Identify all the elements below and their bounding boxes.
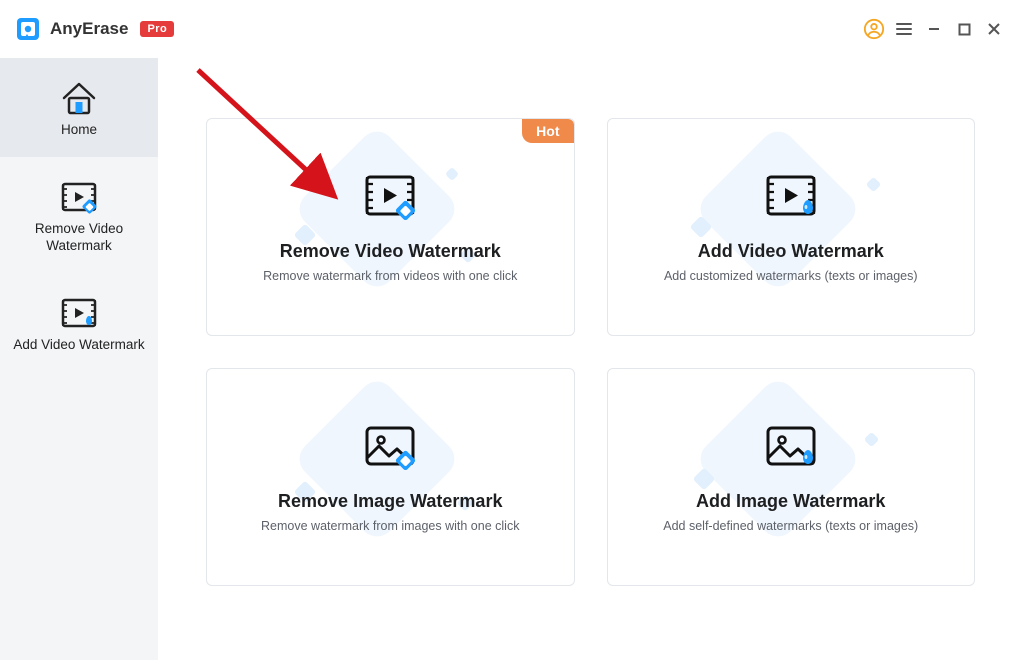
remove-video-watermark-card-icon [360,171,420,221]
card-grid: Hot Remove Video Watermark Remove waterm… [206,118,975,586]
card-subtitle: Add customized watermarks (texts or imag… [664,269,918,283]
main-area: Hot Remove Video Watermark Remove waterm… [158,58,1023,660]
card-remove-image-watermark[interactable]: Remove Image Watermark Remove watermark … [206,368,575,586]
card-decoration [608,369,975,585]
app-logo: AnyErase Pro [14,15,174,43]
titlebar: AnyErase Pro [0,0,1023,58]
sidebar-item-home[interactable]: Home [0,58,158,157]
card-title: Remove Image Watermark [278,491,502,512]
card-decoration [207,119,574,335]
card-add-image-watermark[interactable]: Add Image Watermark Add self-defined wat… [607,368,976,586]
sidebar: Home Remove Video Watermark Add Video Wa… [0,58,158,660]
maximize-icon[interactable] [949,14,979,44]
card-title: Add Image Watermark [696,491,885,512]
remove-video-watermark-icon [59,179,99,215]
sidebar-item-add-video-watermark[interactable]: Add Video Watermark [0,273,158,372]
add-video-watermark-card-icon [761,171,821,221]
account-icon[interactable] [859,14,889,44]
card-subtitle: Remove watermark from images with one cl… [261,519,519,533]
add-video-watermark-icon [59,295,99,331]
app-name: AnyErase [50,19,128,39]
remove-image-watermark-card-icon [360,421,420,471]
menu-icon[interactable] [889,14,919,44]
card-subtitle: Add self-defined watermarks (texts or im… [663,519,918,533]
card-title: Remove Video Watermark [280,241,501,262]
hot-badge: Hot [522,119,573,143]
sidebar-item-label: Add Video Watermark [13,337,144,354]
card-remove-video-watermark[interactable]: Hot Remove Video Watermark Remove waterm… [206,118,575,336]
sidebar-item-label: Remove Video Watermark [6,221,152,255]
close-icon[interactable] [979,14,1009,44]
card-decoration [608,119,975,335]
card-title: Add Video Watermark [698,241,884,262]
card-subtitle: Remove watermark from videos with one cl… [263,269,517,283]
card-decoration [207,369,574,585]
minimize-icon[interactable] [919,14,949,44]
card-add-video-watermark[interactable]: Add Video Watermark Add customized water… [607,118,976,336]
home-icon [60,80,98,116]
sidebar-item-remove-video-watermark[interactable]: Remove Video Watermark [0,157,158,273]
sidebar-item-label: Home [61,122,97,139]
app-logo-icon [14,15,42,43]
add-image-watermark-card-icon [761,421,821,471]
pro-badge: Pro [140,21,174,37]
